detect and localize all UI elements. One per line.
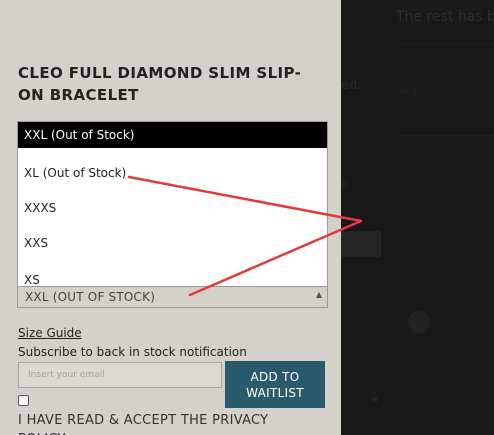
size-select-value: XXL (OUT OF STOCK)	[25, 290, 156, 304]
product-panel: CLEO FULL DIAMOND SLIM SLIP-ON BRACELET …	[0, 0, 341, 435]
size-option-xs[interactable]: XS	[18, 267, 327, 286]
background-heading: The rest has be	[396, 9, 494, 25]
background-text: ed.	[341, 78, 362, 93]
background-dot	[372, 397, 377, 402]
add-to-waitlist-label: ADD TO WAITLIST	[246, 369, 304, 400]
background-circle-icon	[408, 311, 430, 333]
background-button	[341, 231, 381, 257]
size-select[interactable]: XXL (OUT OF STOCK) ▲	[17, 287, 328, 308]
subscribe-label: Subscribe to back in stock notification	[18, 345, 247, 359]
size-dropdown-list[interactable]: XXL (Out of Stock) XL (Out of Stock) XXX…	[17, 121, 328, 287]
add-to-waitlist-button[interactable]: ADD TO WAITLIST	[225, 361, 325, 408]
email-field[interactable]	[18, 362, 222, 388]
background-page: The rest has be ed. ilog a	[341, 0, 494, 435]
size-guide-link[interactable]: Size Guide	[18, 326, 82, 340]
background-divider	[396, 44, 494, 45]
background-divider	[396, 135, 494, 136]
privacy-policy-label: I HAVE READ & ACCEPT THE PRIVACY POLICY	[18, 413, 269, 435]
size-option-xl[interactable]: XL (Out of Stock)	[18, 160, 327, 186]
privacy-checkbox[interactable]	[18, 395, 29, 406]
product-title: CLEO FULL DIAMOND SLIM SLIP-ON BRACELET	[18, 64, 302, 104]
background-text: a	[341, 176, 349, 190]
background-text: ilog	[399, 86, 418, 97]
size-option-xxxs[interactable]: XXXS	[18, 195, 327, 221]
size-option-xxl[interactable]: XXL (Out of Stock)	[18, 122, 327, 148]
chevron-up-icon: ▲	[315, 290, 322, 299]
size-option-xxs[interactable]: XXS	[18, 230, 327, 256]
